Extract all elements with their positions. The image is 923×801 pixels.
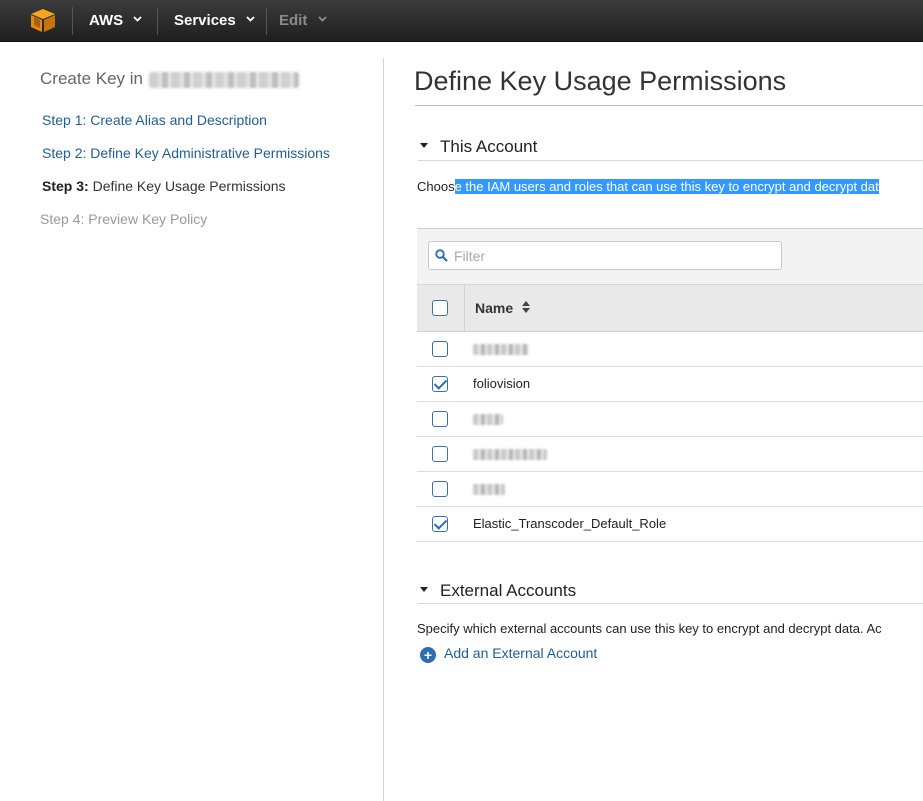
table-header: Name <box>417 285 923 332</box>
table-row[interactable] <box>417 437 923 472</box>
description-plain-text: Choos <box>417 179 455 194</box>
plus-circle-icon: + <box>420 647 436 663</box>
page-title: Define Key Usage Permissions <box>414 66 787 96</box>
services-menu-label: Services <box>174 12 236 29</box>
row-name: foliovision <box>473 376 531 391</box>
name-column-header[interactable]: Name <box>475 300 513 316</box>
redacted-user-name <box>473 484 505 495</box>
table-row[interactable]: Elastic_Transcoder_Default_Role <box>417 507 923 542</box>
chevron-down-icon <box>133 16 142 22</box>
wizard-title-text: Create Key in <box>40 69 143 88</box>
chevron-down-icon <box>317 16 327 22</box>
this-account-description: Choose the IAM users and roles that can … <box>417 177 879 197</box>
section-divider <box>418 160 923 161</box>
redacted-region-name <box>149 71 299 88</box>
row-checkbox[interactable] <box>432 446 448 462</box>
wizard-step-1-link[interactable]: Step 1: Create Alias and Description <box>42 112 267 128</box>
wizard-step-3-prefix: Step 3: <box>42 178 89 194</box>
description-selected-text: e the IAM users and roles that can use t… <box>454 179 879 194</box>
nav-separator <box>157 7 158 35</box>
nav-separator <box>266 7 267 35</box>
wizard-title: Create Key in <box>40 69 299 89</box>
aws-menu[interactable]: AWS <box>89 0 142 41</box>
row-checkbox[interactable] <box>432 516 448 532</box>
add-external-account-link[interactable]: + Add an External Account <box>420 645 597 663</box>
filter-input[interactable] <box>452 245 776 267</box>
collapse-triangle-icon <box>420 143 428 149</box>
aws-menu-label: AWS <box>89 12 124 29</box>
section-divider <box>418 603 923 604</box>
users-roles-table: Name foliovision Elastic_Transcoder_Defa… <box>417 228 923 542</box>
row-checkbox[interactable] <box>432 376 448 392</box>
table-row[interactable] <box>417 332 923 367</box>
wizard-step-4: Step 4: Preview Key Policy <box>40 211 208 227</box>
chevron-down-icon <box>246 16 255 22</box>
row-checkbox[interactable] <box>432 411 448 427</box>
search-icon <box>435 249 448 262</box>
services-menu[interactable]: Services <box>174 0 255 41</box>
nav-separator <box>72 7 73 35</box>
row-checkbox[interactable] <box>432 481 448 497</box>
this-account-section-toggle[interactable]: This Account <box>420 137 537 157</box>
sort-icon[interactable] <box>521 300 531 314</box>
external-accounts-heading: External Accounts <box>440 581 577 600</box>
row-name: Elastic_Transcoder_Default_Role <box>473 516 667 531</box>
external-accounts-description: Specify which external accounts can use … <box>417 621 882 636</box>
table-row[interactable] <box>417 472 923 507</box>
redacted-user-name <box>473 344 529 355</box>
redacted-user-name <box>473 449 547 460</box>
this-account-heading: This Account <box>440 137 538 156</box>
filter-box[interactable] <box>428 241 782 270</box>
row-checkbox[interactable] <box>432 341 448 357</box>
title-underline <box>415 105 923 106</box>
table-row[interactable]: foliovision <box>417 367 923 402</box>
top-nav-bar: AWS Services Edit <box>0 0 923 42</box>
aws-cube-logo-icon[interactable] <box>30 8 56 33</box>
edit-menu[interactable]: Edit <box>279 0 327 41</box>
wizard-step-3-label: Define Key Usage Permissions <box>92 178 286 194</box>
wizard-step-3-current: Step 3: Define Key Usage Permissions <box>42 178 286 194</box>
redacted-user-name <box>473 414 503 425</box>
add-external-account-label: Add an External Account <box>444 645 598 661</box>
select-all-checkbox[interactable] <box>432 300 448 316</box>
column-separator <box>464 285 465 331</box>
column-divider <box>383 58 384 801</box>
table-row[interactable] <box>417 402 923 437</box>
collapse-triangle-icon <box>420 587 428 593</box>
filter-bar <box>417 229 923 285</box>
edit-menu-label: Edit <box>279 12 308 29</box>
wizard-step-2-link[interactable]: Step 2: Define Key Administrative Permis… <box>42 145 330 161</box>
external-accounts-section-toggle[interactable]: External Accounts <box>420 581 576 601</box>
